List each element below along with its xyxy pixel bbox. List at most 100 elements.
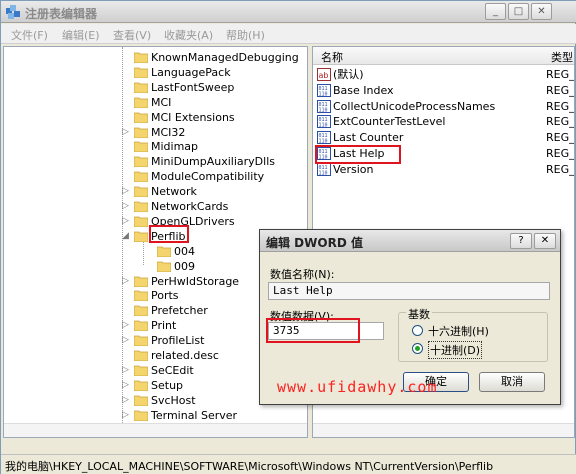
folder-icon bbox=[133, 365, 149, 377]
menu-view[interactable]: 查看(V) bbox=[113, 27, 151, 43]
value-name: ExtCounterTestLevel bbox=[333, 115, 446, 129]
binary-value-icon: 011 110 bbox=[317, 83, 331, 97]
expand-toggle-icon[interactable]: ▷ bbox=[122, 318, 132, 333]
decimal-radio[interactable] bbox=[412, 343, 423, 354]
status-bar: 我的电脑\HKEY_LOCAL_MACHINE\SOFTWARE\Microso… bbox=[1, 454, 576, 474]
tree-item-label: KnownManagedDebugging bbox=[151, 51, 299, 64]
value-name: Base Index bbox=[333, 83, 394, 97]
folder-icon bbox=[133, 82, 149, 94]
folder-icon bbox=[133, 112, 149, 123]
tree-item[interactable]: Midimap bbox=[4, 139, 307, 154]
highlight-box-perflib bbox=[149, 225, 189, 243]
value-row[interactable]: ab (默认) REG_ bbox=[313, 67, 575, 83]
tree-item[interactable]: ▷ Network bbox=[4, 184, 307, 199]
expand-toggle-icon[interactable]: ▷ bbox=[122, 184, 132, 199]
cancel-button[interactable]: 取消 bbox=[479, 372, 545, 392]
hex-radio-label[interactable]: 十六进制(H) bbox=[428, 323, 489, 339]
tree-item-label: LanguagePack bbox=[151, 65, 231, 79]
folder-icon bbox=[133, 395, 149, 407]
tree-item[interactable]: ModuleCompatibility bbox=[4, 169, 307, 184]
menu-file[interactable]: 文件(F) bbox=[11, 27, 48, 43]
folder-icon bbox=[133, 350, 149, 362]
help-button[interactable]: ? bbox=[510, 233, 532, 249]
tree-item[interactable]: ▷ NetworkCards bbox=[4, 199, 307, 214]
value-row[interactable]: 011 110 CollectUnicodeProcessNames REG_ bbox=[313, 99, 575, 115]
tree-item-label: Setup bbox=[151, 378, 184, 392]
expand-toggle-icon[interactable]: ▷ bbox=[122, 125, 132, 140]
expand-toggle-icon[interactable]: ▷ bbox=[122, 408, 132, 423]
tree-item-label: MCI32 bbox=[151, 125, 186, 139]
expand-toggle-icon[interactable]: ▷ bbox=[122, 199, 132, 214]
close-button[interactable]: ✕ bbox=[531, 3, 552, 20]
registry-editor-window: 注册表编辑器 _ □ ✕ 文件(F) 编辑(E) 查看(V) 收藏夹(A) 帮助… bbox=[0, 0, 576, 474]
regedit-icon bbox=[6, 5, 20, 19]
expand-toggle-icon[interactable]: ▷ bbox=[122, 333, 132, 348]
column-header-type[interactable]: 类型 bbox=[551, 49, 573, 65]
value-row[interactable]: 011 110 Version REG_ bbox=[313, 162, 574, 178]
binary-value-icon: 011 110 bbox=[317, 131, 331, 145]
value-type: REG_ bbox=[546, 68, 575, 81]
decimal-radio-label[interactable]: 十进制(D) bbox=[428, 341, 483, 359]
folder-icon bbox=[133, 335, 149, 347]
value-row[interactable]: 011 110 Last Counter REG_ bbox=[313, 130, 575, 146]
folder-icon bbox=[133, 305, 149, 317]
value-type: REG_ bbox=[546, 99, 575, 113]
folder-icon bbox=[156, 246, 172, 258]
value-name-field: Last Help bbox=[268, 282, 550, 300]
value-row[interactable]: 011 110 Base Index REG_ bbox=[313, 83, 574, 99]
minimize-button[interactable]: _ bbox=[485, 3, 506, 20]
tree-item[interactable]: MCI bbox=[4, 95, 307, 110]
menu-edit[interactable]: 编辑(E) bbox=[62, 27, 100, 43]
tree-item-label: ProfileList bbox=[151, 334, 205, 348]
highlight-box-data bbox=[266, 318, 360, 343]
svg-text:110: 110 bbox=[319, 123, 328, 129]
folder-icon bbox=[133, 156, 149, 168]
folder-icon bbox=[133, 171, 149, 183]
folder-icon bbox=[133, 276, 149, 287]
expand-toggle-icon[interactable]: ▷ bbox=[122, 363, 132, 378]
tree-item[interactable]: MCI Extensions bbox=[4, 110, 307, 125]
tree-item[interactable]: LanguagePack bbox=[4, 65, 307, 80]
dialog-title-bar: 编辑 DWORD 值 ? ✕ bbox=[260, 230, 560, 252]
expand-toggle-icon[interactable]: ▷ bbox=[122, 214, 132, 229]
folder-icon bbox=[133, 380, 149, 392]
folder-icon bbox=[133, 231, 149, 243]
value-name: CollectUnicodeProcessNames bbox=[333, 99, 496, 113]
hex-radio[interactable] bbox=[412, 325, 423, 336]
folder-icon bbox=[133, 216, 149, 228]
folder-icon bbox=[133, 290, 149, 302]
column-header-name[interactable]: 名称 bbox=[321, 49, 343, 65]
highlight-box-last-help bbox=[315, 145, 401, 164]
folder-icon bbox=[133, 141, 149, 153]
tree-item-label: NetworkCards bbox=[151, 200, 229, 213]
tree-item-label: 004 bbox=[174, 244, 195, 258]
tree-item[interactable]: MiniDumpAuxiliaryDlls bbox=[4, 154, 307, 169]
tree-item[interactable]: LastFontSweep bbox=[4, 80, 307, 95]
horizontal-scrollbar[interactable] bbox=[313, 423, 574, 437]
tree-item[interactable]: KnownManagedDebugging bbox=[4, 50, 307, 65]
status-path: 我的电脑\HKEY_LOCAL_MACHINE\SOFTWARE\Microso… bbox=[5, 460, 494, 473]
list-header: 名称 类型 bbox=[313, 47, 574, 65]
svg-text:ab: ab bbox=[319, 71, 329, 80]
value-name: Version bbox=[333, 162, 374, 176]
tree-item-label: SeCEdit bbox=[151, 363, 194, 377]
value-name: (默认) bbox=[333, 68, 364, 81]
tree-item[interactable]: ▷ Terminal Server bbox=[4, 408, 307, 423]
value-row[interactable]: 011 110 ExtCounterTestLevel REG_ bbox=[313, 114, 575, 130]
value-type: REG_ bbox=[546, 115, 575, 129]
tree-item-label: Prefetcher bbox=[151, 304, 208, 318]
tree-item[interactable]: ▷ MCI32 bbox=[4, 125, 307, 140]
expand-toggle-icon[interactable]: ▷ bbox=[122, 274, 132, 289]
tree-item-label: Print bbox=[151, 319, 177, 333]
expand-toggle-icon[interactable]: ▷ bbox=[122, 393, 132, 408]
svg-text:110: 110 bbox=[319, 91, 328, 97]
menu-help[interactable]: 帮助(H) bbox=[226, 27, 265, 43]
horizontal-scrollbar[interactable] bbox=[4, 423, 307, 437]
collapse-toggle-icon[interactable]: ◢ bbox=[122, 229, 132, 244]
maximize-button[interactable]: □ bbox=[508, 3, 529, 20]
value-type: REG_ bbox=[546, 131, 575, 145]
dialog-close-button[interactable]: ✕ bbox=[534, 233, 556, 249]
menu-favorites[interactable]: 收藏夹(A) bbox=[164, 27, 213, 43]
expand-toggle-icon[interactable]: ▷ bbox=[122, 378, 132, 393]
folder-icon bbox=[133, 97, 149, 109]
